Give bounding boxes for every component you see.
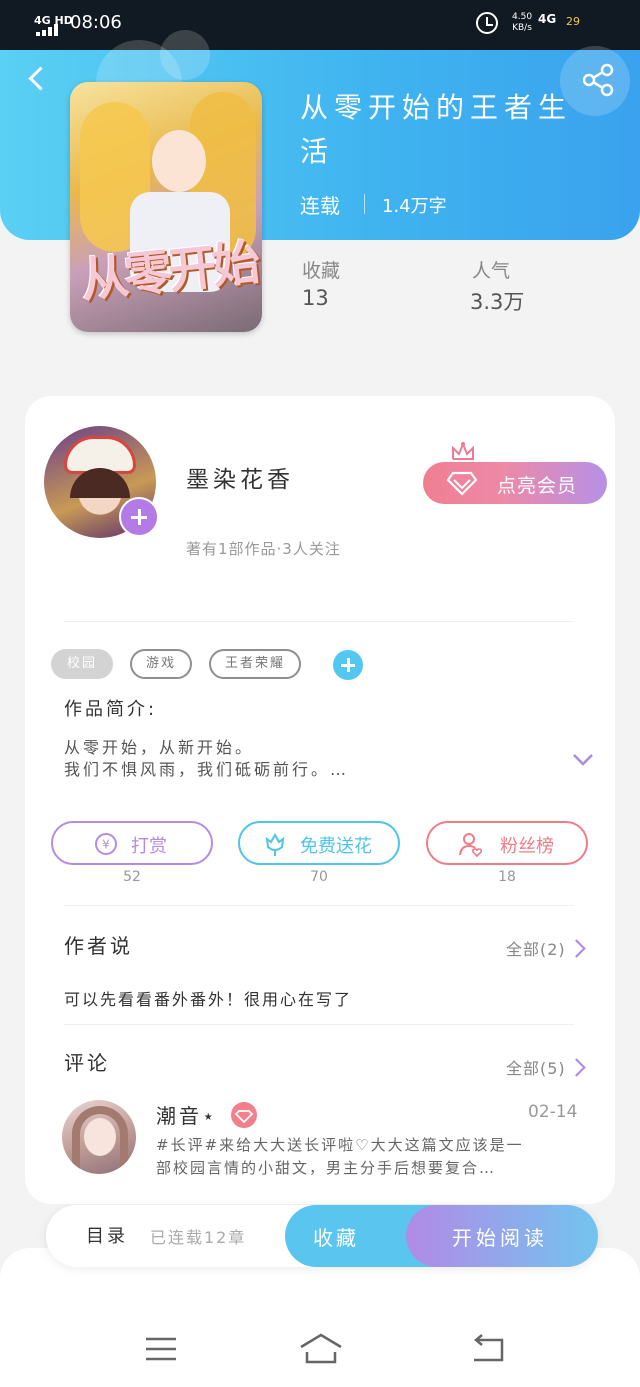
menu-icon[interactable] bbox=[142, 1332, 182, 1366]
free-flower-button-label: 免费送花 bbox=[300, 836, 372, 857]
vip-button[interactable]: 点亮会员 bbox=[423, 462, 607, 504]
stat-popularity-label: 人气 bbox=[472, 260, 511, 282]
book-status: 连载 bbox=[300, 194, 340, 218]
free-flower-button[interactable]: 免费送花 bbox=[238, 821, 400, 865]
tag-item[interactable]: 王者荣耀 bbox=[209, 649, 301, 679]
chevron-right-icon[interactable] bbox=[572, 1057, 586, 1077]
tip-button[interactable]: ¥ 打赏 bbox=[51, 821, 213, 865]
back-button[interactable] bbox=[22, 64, 50, 94]
tip-count: 52 bbox=[123, 869, 141, 885]
status-divider bbox=[364, 194, 365, 214]
author-meta: 著有1部作品·3人关注 bbox=[186, 540, 341, 558]
commenter-avatar[interactable] bbox=[62, 1100, 136, 1174]
status-bar: 4G HD 08:06 4.50 KB/s 4G 29 bbox=[0, 0, 640, 50]
start-reading-button-label: 开始阅读 bbox=[452, 1226, 548, 1250]
tag-item[interactable]: 校园 bbox=[51, 649, 113, 679]
stat-popularity-value: 3.3万 bbox=[470, 290, 525, 314]
commenter-name[interactable]: 潮音⋆ bbox=[156, 1100, 218, 1129]
comment-text-line: 部校园言情的小甜文，男主分手后想要复合… bbox=[156, 1159, 497, 1177]
fan-count: 18 bbox=[498, 869, 516, 885]
flower-count: 70 bbox=[310, 869, 328, 885]
favorite-button-label: 收藏 bbox=[313, 1226, 359, 1250]
comment-date: 02-14 bbox=[528, 1102, 578, 1122]
diamond-icon bbox=[447, 471, 477, 496]
author-says-text: 可以先看看番外番外！很用心在写了 bbox=[64, 990, 353, 1009]
intro-title: 作品简介: bbox=[64, 699, 158, 720]
author-says-title: 作者说 bbox=[64, 934, 133, 958]
comments-title: 评论 bbox=[64, 1051, 110, 1075]
divider bbox=[64, 905, 574, 906]
chevron-right-icon[interactable] bbox=[572, 938, 586, 958]
chapter-count: 已连载12章 bbox=[150, 1228, 247, 1247]
back-nav-icon[interactable] bbox=[470, 1332, 510, 1366]
start-reading-button[interactable]: 开始阅读 bbox=[406, 1205, 598, 1267]
divider bbox=[64, 621, 574, 622]
book-cover[interactable]: 从零开始 bbox=[70, 82, 262, 332]
crown-icon bbox=[452, 441, 474, 460]
network-type: 4G bbox=[538, 12, 557, 26]
signal-bars-icon bbox=[36, 24, 62, 36]
share-icon[interactable] bbox=[580, 62, 616, 98]
yen-coin-icon: ¥ bbox=[95, 833, 117, 855]
speed-unit: KB/s bbox=[512, 23, 532, 33]
vip-diamond-badge-icon bbox=[231, 1102, 257, 1128]
intro-line: 我们不惧风雨，我们砥砺前行。… bbox=[64, 760, 350, 779]
flower-icon bbox=[265, 832, 285, 856]
clock: 08:06 bbox=[70, 12, 122, 33]
follow-author-plus-icon[interactable] bbox=[119, 497, 159, 537]
divider bbox=[64, 1024, 574, 1025]
book-title-line1: 从零开始的王者生 bbox=[300, 91, 573, 124]
chevron-down-icon[interactable] bbox=[572, 752, 594, 768]
battery-level: 29 bbox=[566, 15, 580, 28]
speed-value: 4.50 bbox=[512, 12, 533, 22]
stat-favorites-value: 13 bbox=[302, 286, 329, 310]
bottom-sheet bbox=[0, 1248, 640, 1387]
author-says-all-link[interactable]: 全部(2) bbox=[506, 936, 566, 960]
author-name[interactable]: 墨染花香 bbox=[186, 460, 294, 494]
stat-favorites-label: 收藏 bbox=[302, 260, 341, 282]
comments-all-link[interactable]: 全部(5) bbox=[506, 1055, 566, 1079]
fan-ranking-button-label: 粉丝榜 bbox=[500, 836, 554, 857]
add-tag-plus-icon[interactable] bbox=[333, 650, 363, 680]
home-icon[interactable] bbox=[298, 1332, 344, 1366]
alarm-icon bbox=[476, 12, 498, 34]
vip-button-label: 点亮会员 bbox=[497, 475, 578, 497]
toc-button[interactable]: 目录 bbox=[86, 1222, 128, 1248]
fan-ranking-button[interactable]: 粉丝榜 bbox=[426, 821, 588, 865]
svg-text:¥: ¥ bbox=[102, 838, 110, 852]
book-title: 从零开始的王者生 活 bbox=[300, 86, 580, 174]
tag-item[interactable]: 游戏 bbox=[130, 649, 192, 679]
comment-text-line: #长评#来给大大送长评啦♡大大这篇文应该是一 bbox=[156, 1136, 524, 1154]
network-speed: 4.50 KB/s bbox=[512, 12, 532, 34]
tip-button-label: 打赏 bbox=[131, 836, 167, 857]
book-title-line2: 活 bbox=[300, 135, 335, 168]
intro-line: 从零开始，从新开始。 bbox=[64, 738, 255, 757]
word-count: 1.4万字 bbox=[382, 196, 447, 217]
user-heart-icon bbox=[459, 833, 483, 857]
